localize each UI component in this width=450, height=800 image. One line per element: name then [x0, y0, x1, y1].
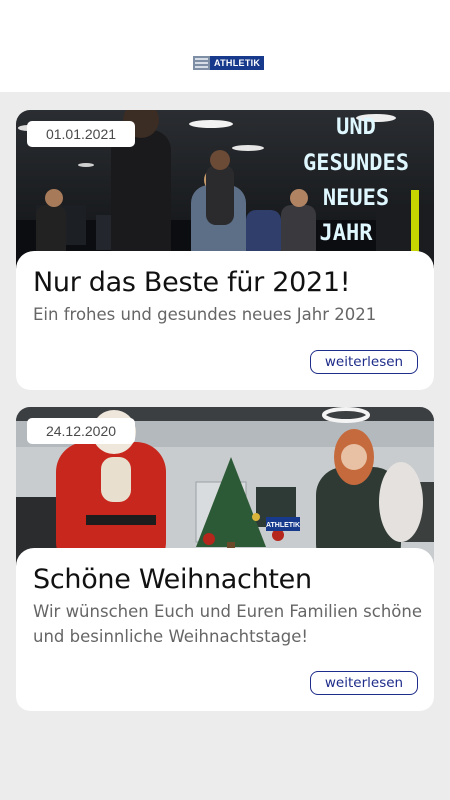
news-card[interactable]: ATHLETIK 24.12.2020 Schöne Weihnachten W… — [16, 407, 434, 711]
news-card-body: Schöne Weihnachten Wir wünschen Euch und… — [16, 548, 434, 711]
news-excerpt: Wir wünschen Euch und Euren Familien sch… — [33, 602, 422, 646]
neon-text-line: NEUES — [323, 186, 389, 211]
logo-text: ATHLETIK — [210, 56, 265, 70]
athletik-sign-text: ATHLETIK — [266, 522, 300, 529]
read-more-button[interactable]: weiterlesen — [310, 671, 418, 695]
read-more-button[interactable]: weiterlesen — [310, 350, 418, 374]
date-badge: 01.01.2021 — [27, 121, 135, 147]
news-title: Schöne Weihnachten — [33, 564, 312, 595]
news-card[interactable]: UND GESUNDES NEUES JAHR 01.01.2021 Nur d… — [16, 110, 434, 390]
app-header: ATHLETIK — [0, 0, 450, 92]
neon-text-line: GESUNDES — [303, 151, 409, 176]
news-title: Nur das Beste für 2021! — [33, 267, 351, 298]
neon-text-line: UND — [336, 115, 376, 140]
neon-text-line: JAHR — [320, 221, 374, 246]
date-badge: 24.12.2020 — [27, 418, 135, 444]
athletik-logo: ATHLETIK — [193, 56, 265, 70]
news-card-body: Nur das Beste für 2021! Ein frohes und g… — [16, 251, 434, 390]
news-excerpt: Ein frohes und gesundes neues Jahr 2021 — [33, 305, 377, 324]
logo-mark-icon — [193, 56, 210, 70]
